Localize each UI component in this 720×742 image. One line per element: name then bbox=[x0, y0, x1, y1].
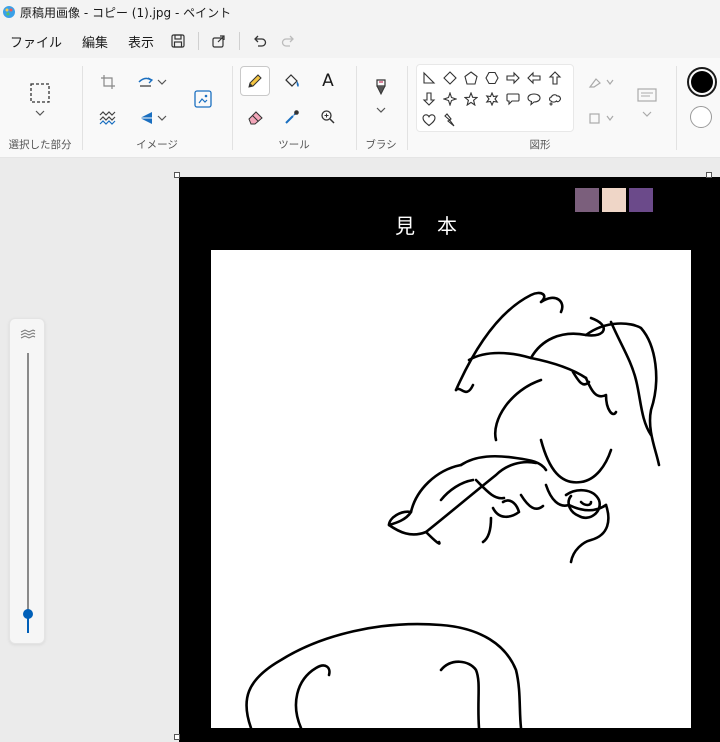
chevron-down-icon[interactable] bbox=[28, 106, 52, 120]
group-label-tools: ツール bbox=[278, 139, 310, 151]
save-icon[interactable] bbox=[164, 27, 192, 55]
palette-swatch bbox=[602, 188, 626, 212]
shape-outline-icon[interactable] bbox=[584, 68, 618, 96]
shapes-gallery bbox=[416, 64, 574, 132]
star-four-icon[interactable] bbox=[441, 90, 459, 108]
pentagon-icon[interactable] bbox=[462, 69, 480, 87]
menu-edit[interactable]: 編集 bbox=[72, 27, 118, 55]
group-selection: 選択した部分 bbox=[0, 58, 80, 158]
eraser-icon[interactable] bbox=[242, 103, 270, 131]
arrow-down-icon[interactable] bbox=[420, 90, 438, 108]
lightning-icon[interactable] bbox=[441, 111, 459, 129]
callout-oval-icon[interactable] bbox=[525, 90, 543, 108]
menu-separator bbox=[239, 32, 241, 50]
callout-rect-icon[interactable] bbox=[504, 90, 522, 108]
group-label-brushes: ブラシ bbox=[365, 139, 397, 151]
undo-icon[interactable] bbox=[246, 27, 274, 55]
image-effects-icon[interactable] bbox=[94, 104, 122, 132]
hexagon-icon[interactable] bbox=[483, 69, 501, 87]
resize-handle[interactable] bbox=[706, 172, 712, 178]
callout-cloud-icon[interactable] bbox=[546, 90, 564, 108]
text-tool-icon[interactable]: A bbox=[314, 67, 342, 95]
pencil-icon[interactable] bbox=[240, 66, 270, 96]
drawing-area[interactable] bbox=[211, 250, 691, 728]
group-tools: A ツール bbox=[234, 58, 354, 158]
heart-icon[interactable] bbox=[420, 111, 438, 129]
arrow-left-icon[interactable] bbox=[525, 69, 543, 87]
primary-color-swatch[interactable] bbox=[687, 67, 717, 97]
zoom-slider-track[interactable] bbox=[27, 353, 29, 633]
shape-fill-icon[interactable] bbox=[584, 104, 618, 132]
palette-swatch bbox=[575, 188, 599, 212]
resize-handle[interactable] bbox=[174, 172, 180, 178]
paint-app-icon bbox=[2, 5, 16, 19]
group-separator bbox=[232, 66, 233, 150]
group-brushes: ブラシ bbox=[358, 58, 404, 158]
chevron-down-icon[interactable] bbox=[154, 68, 170, 96]
menu-separator bbox=[198, 32, 200, 50]
image-resize-frame-icon[interactable] bbox=[188, 84, 218, 114]
layers-icon[interactable] bbox=[632, 80, 662, 110]
group-label-image: イメージ bbox=[136, 139, 178, 151]
select-rectangle-icon[interactable] bbox=[25, 78, 55, 108]
window-title: 原稿用画像 - コピー (1).jpg - ペイント bbox=[20, 5, 232, 20]
star-five-icon[interactable] bbox=[462, 90, 480, 108]
right-triangle-icon[interactable] bbox=[420, 69, 438, 87]
color-picker-icon[interactable] bbox=[278, 103, 306, 131]
primary-color-fill bbox=[691, 71, 713, 93]
share-icon[interactable] bbox=[205, 27, 233, 55]
ribbon: 選択した部分 イメージ A ツール ブラシ 図形 bbox=[0, 58, 720, 158]
crop-icon[interactable] bbox=[94, 68, 122, 96]
chevron-down-icon[interactable] bbox=[154, 104, 170, 132]
chevron-down-icon[interactable] bbox=[372, 104, 390, 116]
zoom-fit-icon[interactable] bbox=[20, 329, 36, 341]
redo-icon[interactable] bbox=[274, 27, 302, 55]
group-separator bbox=[407, 66, 408, 150]
zoom-slider-thumb[interactable] bbox=[23, 609, 33, 619]
group-image: イメージ bbox=[84, 58, 230, 158]
chevron-down-icon[interactable] bbox=[638, 108, 656, 120]
palette-swatch bbox=[629, 188, 653, 212]
zoom-panel bbox=[9, 318, 45, 644]
fill-bucket-icon[interactable] bbox=[278, 67, 306, 95]
arrow-right-icon[interactable] bbox=[504, 69, 522, 87]
group-separator bbox=[676, 66, 677, 150]
group-label-shapes: 図形 bbox=[529, 139, 551, 151]
sketch-drawing bbox=[245, 291, 661, 728]
diamond-icon[interactable] bbox=[441, 69, 459, 87]
menu-view[interactable]: 表示 bbox=[118, 27, 164, 55]
arrow-up-icon[interactable] bbox=[546, 69, 564, 87]
secondary-color-swatch[interactable] bbox=[690, 106, 712, 128]
sample-heading: 見本 bbox=[395, 214, 479, 238]
menu-bar: ファイル 編集 表示 bbox=[0, 24, 720, 58]
magnifier-icon[interactable] bbox=[314, 103, 342, 131]
brush-icon[interactable] bbox=[367, 76, 395, 102]
star-six-icon[interactable] bbox=[483, 90, 501, 108]
menu-file[interactable]: ファイル bbox=[0, 27, 72, 55]
group-separator bbox=[82, 66, 83, 150]
title-bar: 原稿用画像 - コピー (1).jpg - ペイント bbox=[0, 0, 720, 24]
group-label-selection: 選択した部分 bbox=[8, 139, 72, 151]
resize-handle[interactable] bbox=[174, 734, 180, 740]
group-separator bbox=[356, 66, 357, 150]
